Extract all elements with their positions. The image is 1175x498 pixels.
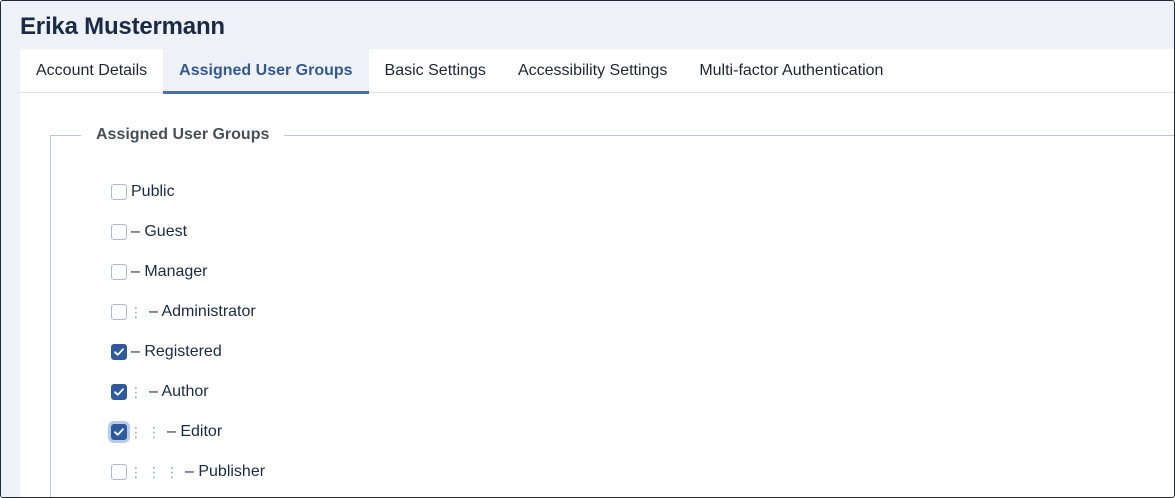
window-frame: Erika Mustermann Account Details Assigne… <box>0 0 1175 498</box>
tab-bar: Account Details Assigned User Groups Bas… <box>20 49 1174 94</box>
check-icon <box>114 348 124 356</box>
indent-marker: ⋮ <box>129 464 143 480</box>
check-icon <box>114 388 124 396</box>
page-title: Erika Mustermann <box>20 13 225 40</box>
left-gutter <box>1 49 20 497</box>
indent-marker: ⋮ <box>147 464 161 480</box>
tab-account-details[interactable]: Account Details <box>20 49 163 93</box>
indent-marker: ⋮ <box>129 424 143 440</box>
user-group-label: – Publisher <box>185 463 266 480</box>
tab-accessibility-settings[interactable]: Accessibility Settings <box>502 49 683 93</box>
user-group-row-manager: – Manager <box>111 262 208 282</box>
user-group-label: – Administrator <box>149 303 256 320</box>
user-group-checkbox-public[interactable] <box>111 184 127 200</box>
user-group-checkbox-guest[interactable] <box>111 224 127 240</box>
indent-marker: ⋮ <box>147 424 161 440</box>
user-group-label: – Editor <box>167 423 223 440</box>
user-group-row-publisher: ⋮ ⋮ ⋮ – Publisher <box>111 462 265 482</box>
user-group-row-author: ⋮ – Author <box>111 382 209 402</box>
tab-assigned-user-groups[interactable]: Assigned User Groups <box>163 49 369 94</box>
user-group-checkbox-manager[interactable] <box>111 264 127 280</box>
tab-basic-settings[interactable]: Basic Settings <box>369 49 502 93</box>
indent-marker: ⋮ <box>165 464 179 480</box>
user-group-row-editor: ⋮ ⋮ – Editor <box>111 422 222 442</box>
tab-multi-factor-authentication[interactable]: Multi-factor Authentication <box>683 49 899 93</box>
user-group-label: – Guest <box>131 223 188 240</box>
user-group-row-registered: – Registered <box>111 342 222 362</box>
user-group-checkbox-publisher[interactable] <box>111 464 127 480</box>
check-icon <box>114 428 124 436</box>
user-group-checkbox-author[interactable] <box>111 384 127 400</box>
user-group-label: – Registered <box>131 343 222 360</box>
user-group-label: – Manager <box>131 263 208 280</box>
user-group-row-public: Public <box>111 182 175 202</box>
user-group-label: – Author <box>149 383 209 400</box>
user-group-checkbox-registered[interactable] <box>111 344 127 360</box>
user-group-checkbox-editor[interactable] <box>111 424 127 440</box>
user-group-checkbox-administrator[interactable] <box>111 304 127 320</box>
page-header: Erika Mustermann <box>1 1 1174 49</box>
indent-marker: ⋮ <box>129 384 143 400</box>
user-group-row-guest: – Guest <box>111 222 187 242</box>
user-group-row-administrator: ⋮ – Administrator <box>111 302 256 322</box>
fieldset-legend: Assigned User Groups <box>81 126 285 144</box>
indent-marker: ⋮ <box>129 304 143 320</box>
user-group-label: Public <box>131 183 175 200</box>
